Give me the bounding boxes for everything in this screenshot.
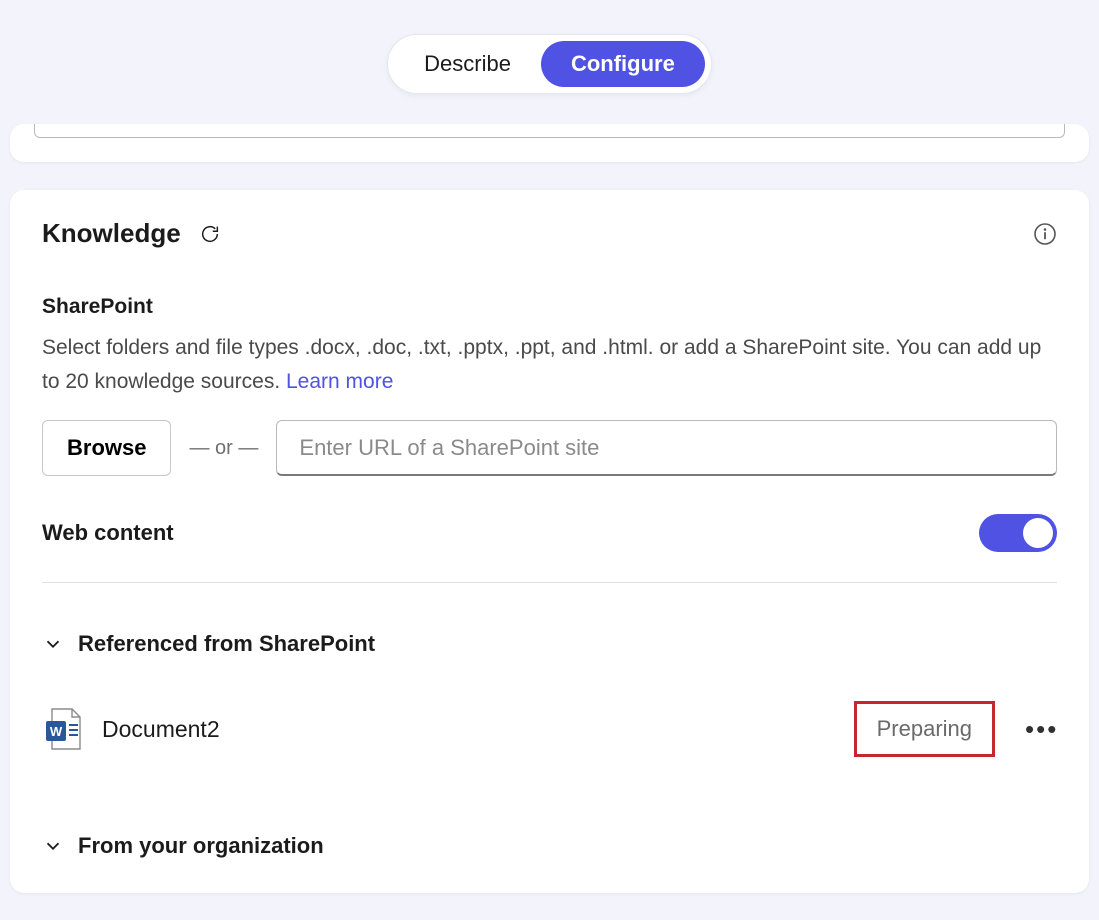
word-file-icon: W bbox=[44, 707, 84, 751]
web-content-label: Web content bbox=[42, 520, 174, 546]
from-your-organization-section[interactable]: From your organization bbox=[42, 833, 1057, 859]
web-content-toggle[interactable] bbox=[979, 514, 1057, 552]
refresh-icon[interactable] bbox=[199, 223, 221, 245]
knowledge-card: Knowledge SharePoint Select folders and … bbox=[10, 190, 1089, 893]
chevron-down-icon bbox=[42, 633, 64, 655]
learn-more-link[interactable]: Learn more bbox=[286, 370, 393, 393]
or-separator: — or — bbox=[189, 420, 258, 476]
mode-toggle-container: Describe Configure bbox=[0, 0, 1099, 94]
from-org-section-title: From your organization bbox=[78, 833, 324, 859]
knowledge-header: Knowledge bbox=[42, 218, 1057, 249]
browse-button[interactable]: Browse bbox=[42, 420, 171, 476]
describe-tab[interactable]: Describe bbox=[394, 41, 541, 87]
sharepoint-url-input[interactable] bbox=[276, 420, 1057, 476]
previous-card-cutoff bbox=[10, 124, 1089, 162]
sharepoint-label: SharePoint bbox=[42, 295, 1057, 319]
document-name: Document2 bbox=[102, 716, 836, 743]
document-status: Preparing bbox=[854, 701, 995, 757]
web-content-toggle-knob bbox=[1023, 518, 1053, 548]
sharepoint-input-row: Browse — or — bbox=[42, 420, 1057, 476]
knowledge-header-left: Knowledge bbox=[42, 218, 221, 249]
referenced-from-sharepoint-section[interactable]: Referenced from SharePoint bbox=[42, 631, 1057, 657]
referenced-section-title: Referenced from SharePoint bbox=[78, 631, 375, 657]
knowledge-title: Knowledge bbox=[42, 218, 181, 249]
mode-toggle: Describe Configure bbox=[387, 34, 712, 94]
web-content-row: Web content bbox=[42, 514, 1057, 583]
configure-tab[interactable]: Configure bbox=[541, 41, 705, 87]
info-icon[interactable] bbox=[1033, 222, 1057, 246]
document-row: W Document2 Preparing ••• bbox=[44, 701, 1057, 757]
svg-text:W: W bbox=[50, 724, 63, 739]
previous-card-input-bottom bbox=[34, 124, 1065, 138]
sharepoint-description-text: Select folders and file types .docx, .do… bbox=[42, 336, 1041, 393]
document-more-button[interactable]: ••• bbox=[1025, 714, 1057, 745]
sharepoint-description: Select folders and file types .docx, .do… bbox=[42, 331, 1057, 398]
chevron-down-icon bbox=[42, 835, 64, 857]
